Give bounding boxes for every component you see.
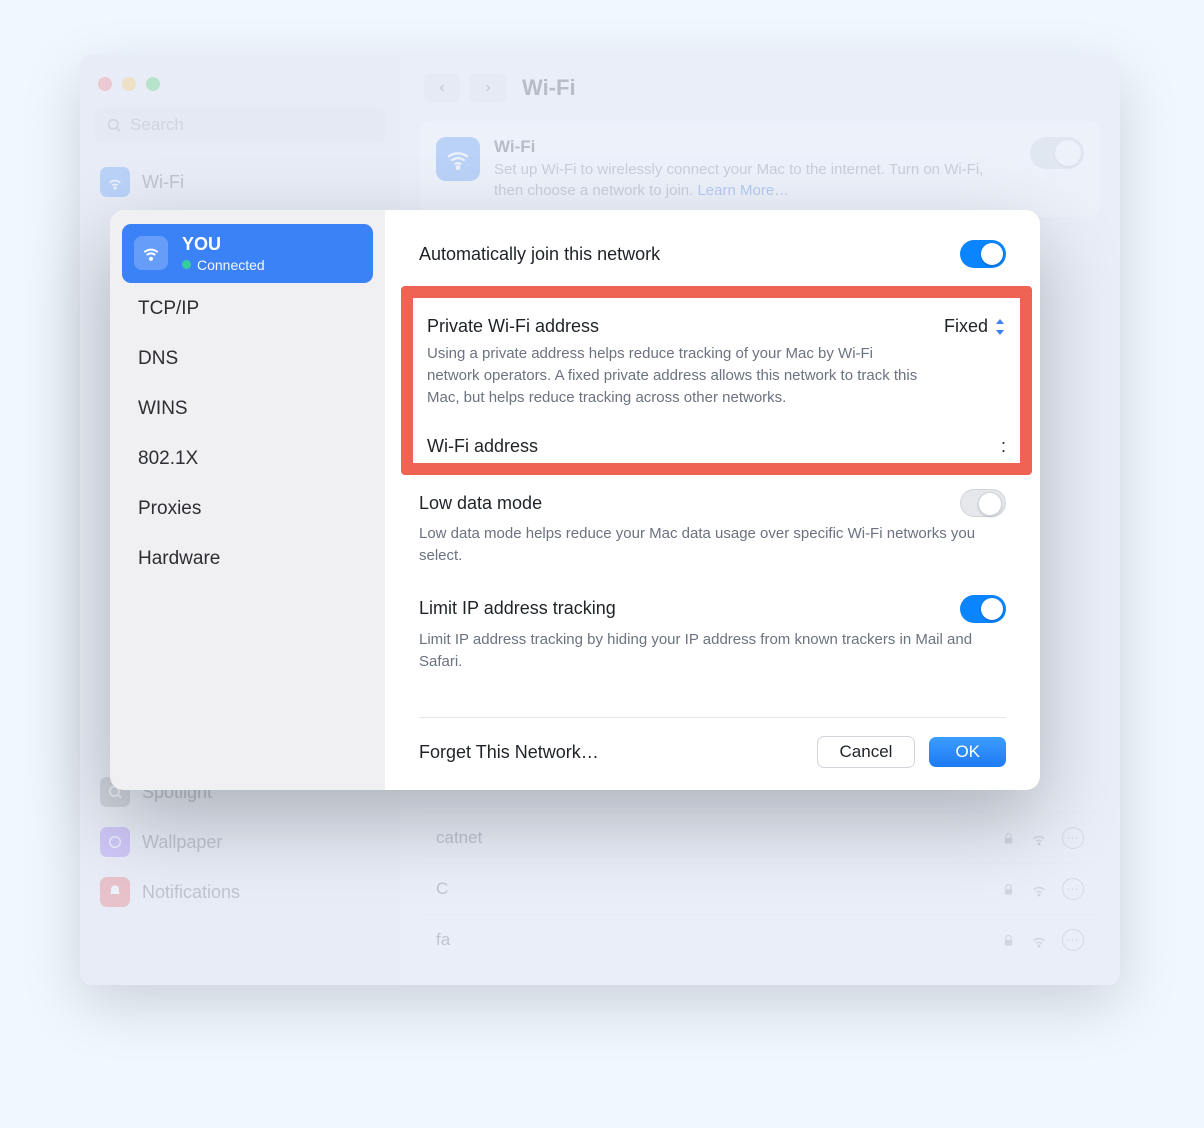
search-icon — [106, 117, 122, 133]
ok-button[interactable]: OK — [929, 737, 1006, 767]
network-status: Connected — [182, 257, 265, 273]
sidebar-item-wifi[interactable]: Wi-Fi — [90, 157, 390, 207]
network-name: fa — [436, 930, 450, 950]
low-data-mode-label: Low data mode — [419, 493, 542, 514]
network-name: YOU — [182, 234, 265, 255]
wifi-summary-card: Wi-Fi Set up Wi-Fi to wirelessly connect… — [420, 121, 1100, 217]
close-window-icon[interactable] — [98, 77, 112, 91]
more-options-icon[interactable]: ⋯ — [1062, 929, 1084, 951]
search-input[interactable]: Search — [94, 107, 386, 143]
sheet-tab-hardware[interactable]: Hardware — [122, 535, 373, 583]
wifi-signal-icon — [1030, 931, 1048, 949]
chevron-right-icon — [482, 82, 494, 94]
limit-ip-description: Limit IP address tracking by hiding your… — [419, 629, 979, 673]
low-data-mode-toggle[interactable] — [960, 489, 1006, 517]
private-address-label: Private Wi-Fi address — [427, 316, 599, 337]
sheet-footer: Forget This Network… Cancel OK — [419, 717, 1006, 768]
sheet-tab-tcpip[interactable]: TCP/IP — [122, 285, 373, 333]
wallpaper-icon — [100, 827, 130, 857]
zoom-window-icon[interactable] — [146, 77, 160, 91]
auto-join-label: Automatically join this network — [419, 244, 660, 265]
network-name: C — [436, 879, 448, 899]
up-down-chevron-icon — [994, 319, 1006, 335]
low-data-mode-description: Low data mode helps reduce your Mac data… — [419, 523, 979, 567]
nav-back-button[interactable] — [424, 73, 460, 103]
sheet-tab-network[interactable]: YOU Connected — [122, 224, 373, 283]
network-row[interactable]: catnet ⋯ — [424, 812, 1096, 863]
lock-icon — [1001, 831, 1016, 846]
minimize-window-icon[interactable] — [122, 77, 136, 91]
sidebar-label: Wallpaper — [142, 832, 222, 853]
wifi-signal-icon — [1030, 880, 1048, 898]
other-networks-list: catnet ⋯ C ⋯ fa — [400, 812, 1120, 985]
sheet-tab-8021x[interactable]: 802.1X — [122, 435, 373, 483]
more-options-icon[interactable]: ⋯ — [1062, 878, 1084, 900]
wifi-address-value: : — [1001, 436, 1006, 457]
network-row[interactable]: fa ⋯ — [424, 914, 1096, 965]
lock-icon — [1001, 933, 1016, 948]
status-dot-icon — [182, 260, 191, 269]
sheet-tab-wins[interactable]: WINS — [122, 385, 373, 433]
search-placeholder: Search — [130, 115, 184, 135]
network-settings-sheet: YOU Connected TCP/IP DNS WINS 802.1X Pro… — [110, 210, 1040, 790]
wifi-signal-icon — [1030, 829, 1048, 847]
sheet-tab-dns[interactable]: DNS — [122, 335, 373, 383]
wifi-icon — [134, 236, 168, 270]
wifi-card-title: Wi-Fi — [494, 137, 1016, 157]
window-controls[interactable] — [80, 67, 400, 107]
lock-icon — [1001, 882, 1016, 897]
wifi-icon — [100, 167, 130, 197]
limit-ip-label: Limit IP address tracking — [419, 598, 616, 619]
network-name: catnet — [436, 828, 482, 848]
bell-icon — [100, 877, 130, 907]
more-options-icon[interactable]: ⋯ — [1062, 827, 1084, 849]
cancel-button[interactable]: Cancel — [817, 736, 916, 768]
wifi-address-label: Wi-Fi address — [427, 436, 538, 457]
sidebar-item-wallpaper[interactable]: Wallpaper — [90, 817, 390, 867]
private-address-select[interactable]: Fixed — [944, 316, 1006, 337]
sheet-tab-proxies[interactable]: Proxies — [122, 485, 373, 533]
wifi-icon — [436, 137, 480, 181]
nav-forward-button[interactable] — [470, 73, 506, 103]
sidebar-label: Notifications — [142, 882, 240, 903]
limit-ip-toggle[interactable] — [960, 595, 1006, 623]
chevron-left-icon — [436, 82, 448, 94]
auto-join-toggle[interactable] — [960, 240, 1006, 268]
wifi-master-toggle[interactable] — [1030, 137, 1084, 169]
page-title: Wi-Fi — [522, 75, 576, 101]
private-address-description: Using a private address helps reduce tra… — [427, 343, 927, 408]
sidebar-item-notifications[interactable]: Notifications — [90, 867, 390, 917]
sidebar-label: Wi-Fi — [142, 172, 184, 193]
learn-more-link[interactable]: Learn More… — [697, 182, 789, 199]
wifi-card-description: Set up Wi-Fi to wirelessly connect your … — [494, 159, 1016, 201]
sheet-sidebar: YOU Connected TCP/IP DNS WINS 802.1X Pro… — [110, 210, 385, 790]
highlighted-section: Private Wi-Fi address Fixed Using a priv… — [401, 286, 1032, 475]
network-row[interactable]: C ⋯ — [424, 863, 1096, 914]
sheet-content: Automatically join this network Private … — [385, 210, 1040, 790]
forget-network-button[interactable]: Forget This Network… — [419, 742, 599, 763]
